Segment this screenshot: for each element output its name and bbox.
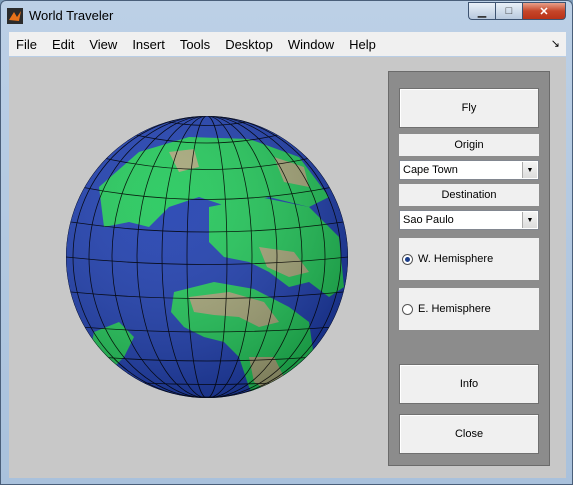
maximize-button[interactable]: □ — [495, 2, 522, 20]
minimize-icon: ▁ — [477, 5, 487, 18]
fly-button[interactable]: Fly — [399, 88, 539, 128]
menu-tools[interactable]: Tools — [173, 37, 218, 52]
radio-label: E. Hemisphere — [418, 303, 491, 315]
close-icon: ✕ — [539, 5, 549, 18]
control-panel: Fly Origin Cape Town ▼ Destination Sao P… — [388, 71, 550, 466]
title-bar[interactable]: World Traveler ▁ □ ✕ — [1, 1, 572, 31]
info-button[interactable]: Info — [399, 364, 539, 404]
radio-selected-icon[interactable] — [402, 253, 413, 265]
menu-view[interactable]: View — [82, 37, 125, 52]
chevron-down-icon[interactable]: ▼ — [522, 162, 537, 178]
menu-file[interactable]: File — [9, 37, 45, 52]
minimize-button[interactable]: ▁ — [468, 2, 495, 20]
menu-insert[interactable]: Insert — [125, 37, 173, 52]
globe-plot[interactable] — [9, 57, 379, 478]
menu-window[interactable]: Window — [281, 37, 342, 52]
destination-select[interactable]: Sao Paulo ▼ — [399, 210, 539, 230]
maximize-icon: □ — [505, 5, 513, 17]
window-title: World Traveler — [29, 8, 114, 23]
dock-arrow-icon[interactable]: ↘ — [551, 37, 560, 50]
app-window: World Traveler ▁ □ ✕ File Edit View Inse… — [0, 0, 573, 485]
close-button[interactable]: Close — [399, 414, 539, 454]
origin-select[interactable]: Cape Town ▼ — [399, 160, 539, 180]
radio-e-hemisphere[interactable]: E. Hemisphere — [399, 288, 539, 330]
menu-edit[interactable]: Edit — [45, 37, 82, 52]
radio-label: W. Hemisphere — [418, 253, 494, 265]
figure-area: Fly Origin Cape Town ▼ Destination Sao P… — [9, 57, 566, 478]
origin-value: Cape Town — [403, 164, 458, 176]
matlab-logo-icon — [7, 8, 23, 24]
chevron-down-icon[interactable]: ▼ — [522, 212, 537, 228]
close-window-button[interactable]: ✕ — [522, 2, 566, 20]
menu-bar: File Edit View Insert Tools Desktop Wind… — [9, 32, 566, 56]
destination-label: Destination — [399, 184, 539, 206]
origin-label: Origin — [399, 134, 539, 156]
menu-desktop[interactable]: Desktop — [218, 37, 281, 52]
radio-w-hemisphere[interactable]: W. Hemisphere — [399, 238, 539, 280]
destination-value: Sao Paulo — [403, 214, 454, 226]
menu-help[interactable]: Help — [342, 37, 384, 52]
radio-unselected-icon[interactable] — [402, 303, 413, 315]
